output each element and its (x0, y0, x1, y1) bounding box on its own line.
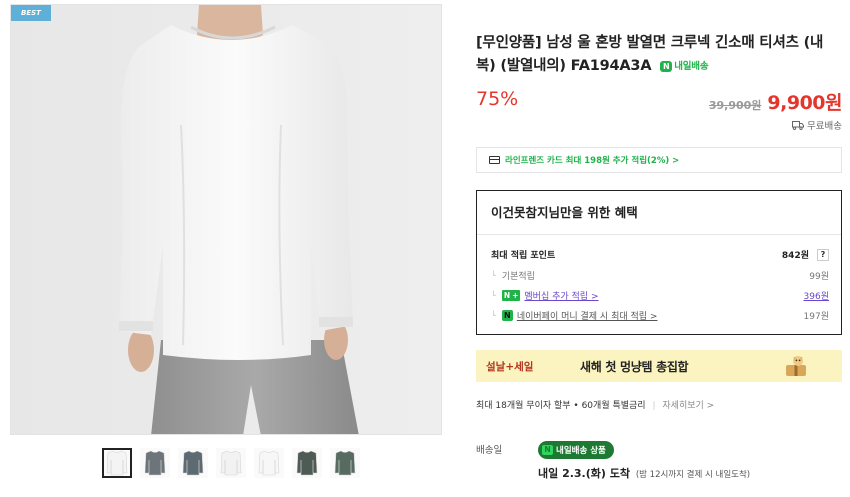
card-promo-link[interactable]: 라인프렌즈 카드 최대 198원 추가 적립(2%) > (476, 147, 842, 173)
original-price: 39,900원 (708, 99, 762, 112)
sub-item-mark: └ (491, 291, 496, 300)
shirt-thumb-icon (296, 450, 318, 476)
benefits-title: 이건못참지님만을 위한 혜택 (477, 191, 841, 235)
npay-points-row: └ N 네이버페이 머니 결제 시 최대 적립 > 197원 (491, 309, 829, 322)
sale-price: 9,900원 (767, 92, 842, 114)
arrival-note: (밤 12시까지 결제 시 내일도착) (635, 470, 751, 480)
membership-points-value[interactable]: 396원 (804, 289, 829, 302)
sub-item-mark: └ (491, 311, 496, 320)
max-points-value: 842원 (781, 251, 809, 261)
arrival-date: 내일 2.3.(화) 도착 (538, 467, 630, 480)
thumbnail-1[interactable] (102, 448, 132, 478)
basic-points-value: 99원 (809, 272, 829, 282)
basic-points-label: 기본적립 (501, 272, 535, 282)
thumbnail-5[interactable] (254, 448, 284, 478)
credit-card-icon (489, 156, 500, 164)
shirt-thumb-icon (182, 450, 204, 476)
installment-info: 최대 18개월 무이자 할부 • 60개월 특별금리 | 자세히보기 > (476, 398, 714, 411)
banner-headline: 새해 첫 멍냥템 총집합 (580, 359, 689, 374)
member-benefits-box: 이건못참지님만을 위한 혜택 최대 적립 포인트 842원 ? └ 기본적립 9… (476, 190, 842, 335)
installment-text: 최대 18개월 무이자 할부 • 60개월 특별금리 (476, 401, 646, 411)
product-title-text: [무인양품] 남성 울 혼방 발열면 크루넥 긴소매 티셔츠 (내복) (발열내… (476, 35, 824, 74)
banner-sale-label: 설날+세일 (486, 360, 534, 373)
next-day-badge: N 내일배송 상품 (538, 441, 614, 459)
max-points-row: 최대 적립 포인트 842원 ? (491, 248, 829, 261)
naver-n-icon: N (660, 61, 673, 72)
membership-points-link[interactable]: 멤버십 추가 적립 > (524, 289, 598, 302)
thumbnail-7[interactable] (330, 448, 360, 478)
thumbnail-6[interactable] (292, 448, 322, 478)
shipping-label: 무료배송 (807, 121, 842, 132)
npay-points-value: 197원 (803, 312, 829, 322)
naver-pay-icon: N (501, 310, 513, 321)
thumbnail-strip (102, 448, 360, 478)
delivery-label: 배송일 (476, 445, 503, 456)
sub-item-mark: └ (491, 271, 496, 280)
best-badge: BEST (11, 5, 51, 21)
price-block: 39,900원 9,900원 (708, 88, 843, 115)
arrival-info: 내일 2.3.(화) 도착 (밤 12시까지 결제 시 내일도착) (538, 465, 750, 481)
divider: | (652, 401, 656, 411)
naver-plus-icon: N + (501, 290, 521, 301)
max-points-value-wrap: 842원 ? (782, 248, 829, 261)
next-day-label: 내일배송 (674, 61, 709, 72)
next-day-badge-text: 내일배송 상품 (556, 446, 606, 456)
next-day-delivery-tag: N 내일배송 (660, 55, 709, 78)
promo-banner[interactable]: 설날+세일 새해 첫 멍냥템 총집합 (476, 350, 842, 382)
product-image-viewer[interactable]: BEST (10, 4, 442, 435)
product-title: [무인양품] 남성 울 혼방 발열면 크루넥 긴소매 티셔츠 (내복) (발열내… (476, 32, 842, 78)
shipping-info: 무료배송 (792, 118, 842, 132)
npay-points-link[interactable]: 네이버페이 머니 결제 시 최대 적립 > (517, 309, 658, 322)
shirt-thumb-icon (334, 450, 356, 476)
shirt-thumb-icon (258, 450, 280, 476)
installment-details-link[interactable]: 자세히보기 > (662, 401, 714, 411)
card-promo-text: 라인프렌즈 카드 최대 198원 추가 적립(2%) > (505, 156, 680, 166)
basic-points-row: └ 기본적립 99원 (491, 269, 829, 282)
product-photo (11, 5, 441, 434)
help-icon[interactable]: ? (817, 248, 829, 261)
shirt-thumb-icon (106, 450, 128, 476)
naver-n-icon: N (542, 445, 553, 455)
thumbnail-4[interactable] (216, 448, 246, 478)
max-points-label: 최대 적립 포인트 (491, 251, 556, 261)
shirt-thumb-icon (144, 450, 166, 476)
membership-points-row: └ N + 멤버십 추가 적립 > 396원 (491, 289, 829, 302)
shirt-thumb-icon (220, 450, 242, 476)
truck-icon (792, 120, 805, 130)
thumbnail-3[interactable] (178, 448, 208, 478)
thumbnail-2[interactable] (140, 448, 170, 478)
pet-gift-icon (786, 356, 806, 376)
discount-rate: 75% (476, 88, 519, 110)
